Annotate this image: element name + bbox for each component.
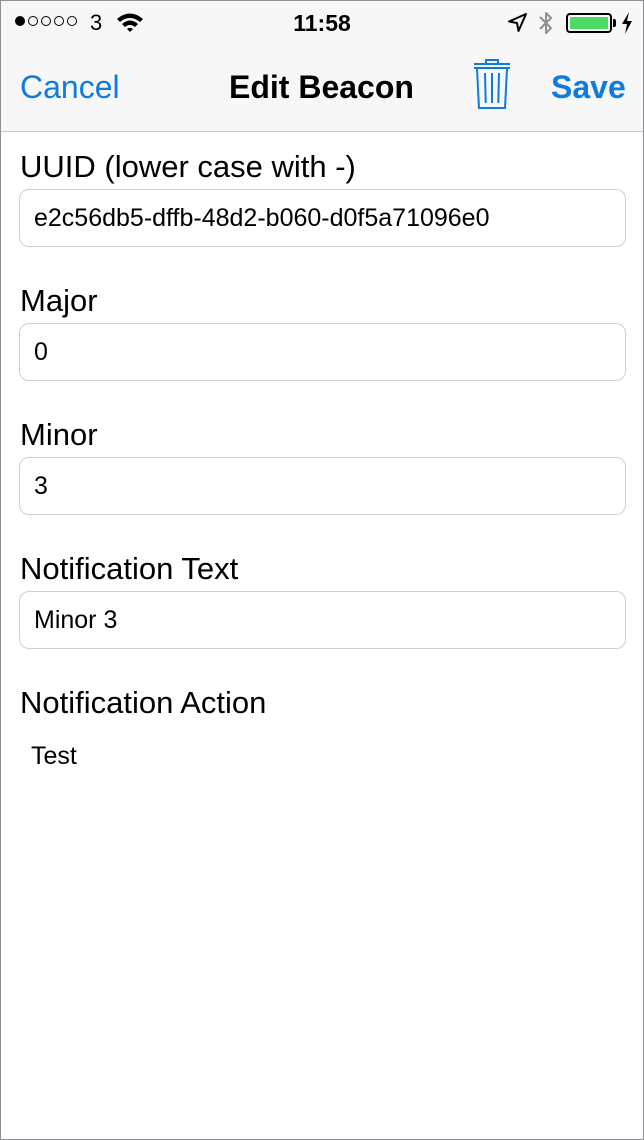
bluetooth-icon: [539, 12, 552, 34]
navigation-bar: Cancel Edit Beacon Save: [1, 43, 643, 131]
header: 3 11:58 Cancel Edit Beacon Save: [1, 1, 643, 132]
delete-button[interactable]: [471, 57, 513, 113]
device-screen: 3 11:58 Cancel Edit Beacon Save UUID (lo…: [0, 0, 644, 1140]
trash-icon: [474, 59, 510, 109]
minor-label: Minor: [20, 417, 98, 452]
uuid-field[interactable]: [19, 189, 626, 247]
charging-bolt-icon: [622, 12, 632, 34]
save-button[interactable]: Save: [551, 69, 626, 106]
battery-icon: [566, 13, 612, 33]
notification-action-value[interactable]: Test: [31, 742, 77, 771]
notification-text-label: Notification Text: [20, 551, 239, 586]
minor-field[interactable]: [19, 457, 626, 515]
notification-action-label: Notification Action: [20, 685, 267, 720]
major-field[interactable]: [19, 323, 626, 381]
uuid-label: UUID (lower case with -): [20, 149, 356, 184]
cancel-button[interactable]: Cancel: [20, 69, 120, 106]
status-bar: 3 11:58: [1, 1, 643, 43]
page-title: Edit Beacon: [229, 69, 414, 105]
location-icon: [508, 13, 527, 32]
notification-text-field[interactable]: [19, 591, 626, 649]
major-label: Major: [20, 283, 98, 318]
battery-level-fill: [570, 17, 608, 29]
battery-nub: [613, 19, 616, 27]
